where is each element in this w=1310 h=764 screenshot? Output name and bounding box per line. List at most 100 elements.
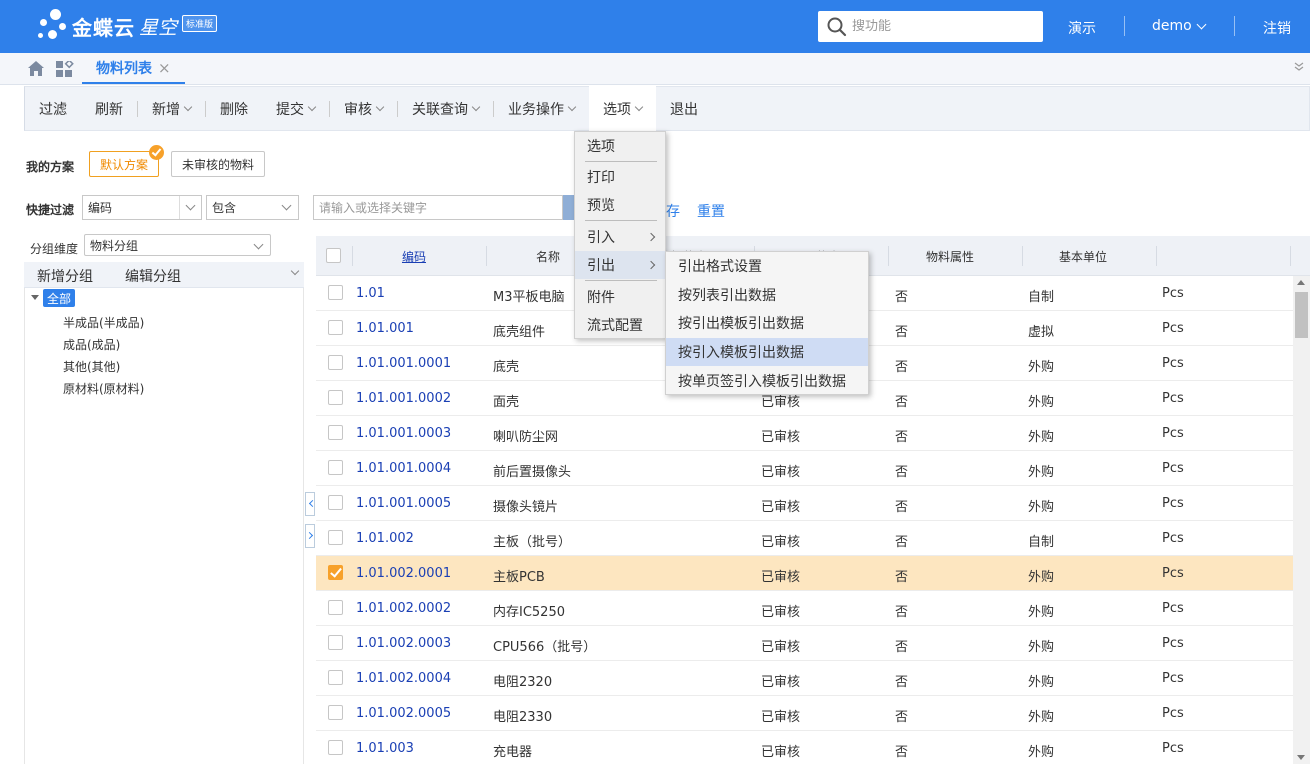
- demo-link[interactable]: 演示: [1068, 18, 1096, 38]
- save-scheme-link[interactable]: 存: [666, 201, 680, 221]
- filter-field-select[interactable]: 编码: [82, 195, 202, 220]
- table-row[interactable]: 1.01.001.0005 摄像头镜片 已审核 否 外购 Pcs: [316, 486, 1294, 521]
- export-item-2[interactable]: 按列表引出数据: [666, 281, 868, 310]
- row-code[interactable]: 1.01.002.0003: [356, 636, 451, 651]
- row-checkbox[interactable]: [328, 600, 343, 615]
- table-row[interactable]: 1.01.002.0005 电阻2330 已审核 否 外购 Pcs: [316, 696, 1294, 731]
- menu-item-options[interactable]: 选项: [575, 132, 665, 160]
- menu-item-preview[interactable]: 预览: [575, 191, 665, 219]
- toolbar-refresh-button[interactable]: 刷新: [81, 86, 137, 131]
- row-checkbox[interactable]: [328, 425, 343, 440]
- toolbar-options-button[interactable]: 选项: [589, 86, 656, 131]
- close-icon[interactable]: ×: [158, 59, 171, 77]
- chevron-down-icon[interactable]: [290, 266, 300, 276]
- grid-scrollbar[interactable]: [1293, 276, 1310, 764]
- home-icon[interactable]: [27, 60, 45, 77]
- table-row[interactable]: 1.01.002.0002 内存IC5250 已审核 否 外购 Pcs: [316, 591, 1294, 626]
- column-header-material-prop[interactable]: 物料属性: [910, 248, 990, 265]
- row-code[interactable]: 1.01.001.0002: [356, 391, 451, 406]
- row-checkbox[interactable]: [328, 320, 343, 335]
- toolbar-label: 关联查询: [412, 101, 468, 118]
- row-checkbox[interactable]: [328, 495, 343, 510]
- scroll-thumb[interactable]: [1295, 292, 1308, 338]
- row-checkbox[interactable]: [328, 355, 343, 370]
- row-checkbox[interactable]: [328, 635, 343, 650]
- row-checkbox[interactable]: [328, 390, 343, 405]
- tree-node[interactable]: 成品(成品): [63, 336, 120, 353]
- toolbar-filter-button[interactable]: 过滤: [25, 86, 81, 131]
- filter-operator-select[interactable]: 包含: [206, 195, 299, 220]
- table-row[interactable]: 1.01.001.0004 前后置摄像头 已审核 否 外购 Pcs: [316, 451, 1294, 486]
- row-code[interactable]: 1.01.002.0004: [356, 671, 451, 686]
- menu-item-print[interactable]: 打印: [575, 163, 665, 191]
- collapse-left-icon[interactable]: [305, 492, 315, 516]
- export-item-4[interactable]: 按引入模板引出数据: [666, 337, 868, 367]
- export-item-3[interactable]: 按引出模板引出数据: [666, 309, 868, 338]
- logout-link[interactable]: 注销: [1263, 18, 1291, 38]
- edit-group-button[interactable]: 编辑分组: [125, 266, 181, 286]
- toolbar-related-query-button[interactable]: 关联查询: [398, 86, 493, 131]
- row-checkbox[interactable]: [328, 670, 343, 685]
- row-code[interactable]: 1.01.001.0004: [356, 461, 451, 476]
- table-row[interactable]: 1.01.002.0001 主板PCB 已审核 否 外购 Pcs: [316, 556, 1294, 591]
- table-row[interactable]: 1.01.002.0003 CPU566（批号） 已审核 否 外购 Pcs: [316, 626, 1294, 661]
- user-menu[interactable]: demo: [1152, 18, 1207, 34]
- row-checkbox[interactable]: [328, 460, 343, 475]
- tree-node[interactable]: 其他(其他): [63, 358, 120, 375]
- table-row[interactable]: 1.01.003 充电器 已审核 否 外购 Pcs: [316, 731, 1294, 764]
- scheme-default[interactable]: 默认方案: [89, 145, 165, 177]
- row-code[interactable]: 1.01.002.0002: [356, 601, 451, 616]
- menu-item-attachment[interactable]: 附件: [575, 283, 665, 311]
- menu-item-import[interactable]: 引入: [575, 223, 665, 251]
- column-header-code[interactable]: 编码: [374, 248, 454, 265]
- row-code[interactable]: 1.01.001.0005: [356, 496, 451, 511]
- row-checkbox[interactable]: [328, 530, 343, 545]
- toolbar-exit-button[interactable]: 退出: [656, 86, 712, 131]
- export-item-5[interactable]: 按单页签引入模板引出数据: [666, 366, 868, 395]
- row-code[interactable]: 1.01.001.0001: [356, 356, 451, 371]
- row-code[interactable]: 1.01.002.0001: [356, 566, 451, 581]
- row-code[interactable]: 1.01.002: [356, 531, 414, 546]
- column-header-base-unit[interactable]: 基本单位: [1043, 248, 1123, 265]
- keyword-input[interactable]: [313, 195, 563, 220]
- group-dimension-select[interactable]: 物料分组: [84, 234, 271, 256]
- function-search-input[interactable]: [852, 19, 1043, 34]
- row-code[interactable]: 1.01.002.0005: [356, 706, 451, 721]
- row-checkbox[interactable]: [328, 740, 343, 755]
- tree-collapse-icon[interactable]: [31, 295, 39, 300]
- scroll-down-icon[interactable]: [1297, 755, 1305, 760]
- scheme-unaudited[interactable]: 未审核的物料: [171, 151, 266, 177]
- export-item-1[interactable]: 引出格式设置: [666, 252, 868, 281]
- tree-node[interactable]: 半成品(半成品): [63, 314, 144, 331]
- row-checkbox[interactable]: [328, 565, 343, 580]
- menu-item-flow-config[interactable]: 流式配置: [575, 311, 665, 339]
- apps-icon[interactable]: [56, 59, 74, 77]
- table-row[interactable]: 1.01.002.0004 电阻2320 已审核 否 外购 Pcs: [316, 661, 1294, 696]
- row-code[interactable]: 1.01: [356, 286, 385, 301]
- menu-item-export[interactable]: 引出: [575, 251, 665, 279]
- row-code[interactable]: 1.01.001: [356, 321, 414, 336]
- expand-right-icon[interactable]: [305, 524, 315, 548]
- function-search[interactable]: [818, 11, 1043, 42]
- row-checkbox[interactable]: [328, 285, 343, 300]
- row-code[interactable]: 1.01.003: [356, 741, 414, 756]
- brand-logo[interactable]: 金蝶云 星空 标准版: [38, 8, 218, 44]
- toolbar-business-ops-button[interactable]: 业务操作: [494, 86, 589, 131]
- tree-node-all[interactable]: 全部: [43, 289, 76, 307]
- scroll-up-icon[interactable]: [1297, 280, 1305, 285]
- tabs-overflow-icon[interactable]: [1294, 61, 1304, 75]
- toolbar-audit-button[interactable]: 审核: [330, 86, 397, 131]
- table-row[interactable]: 1.01.002 主板（批号） 已审核 否 自制 Pcs: [316, 521, 1294, 556]
- select-all-checkbox[interactable]: [326, 248, 341, 263]
- reset-link[interactable]: 重置: [697, 201, 725, 221]
- row-name: 内存IC5250: [493, 605, 565, 620]
- table-row[interactable]: 1.01.001.0003 喇叭防尘网 已审核 否 外购 Pcs: [316, 416, 1294, 451]
- row-code[interactable]: 1.01.001.0003: [356, 426, 451, 441]
- add-group-button[interactable]: 新增分组: [37, 266, 93, 286]
- row-checkbox[interactable]: [328, 705, 343, 720]
- toolbar-submit-button[interactable]: 提交: [262, 86, 329, 131]
- toolbar-new-button[interactable]: 新增: [138, 86, 205, 131]
- tab-material-list[interactable]: 物料列表 ×: [82, 53, 185, 84]
- toolbar-delete-button[interactable]: 删除: [206, 86, 262, 131]
- tree-node[interactable]: 原材料(原材料): [63, 380, 144, 397]
